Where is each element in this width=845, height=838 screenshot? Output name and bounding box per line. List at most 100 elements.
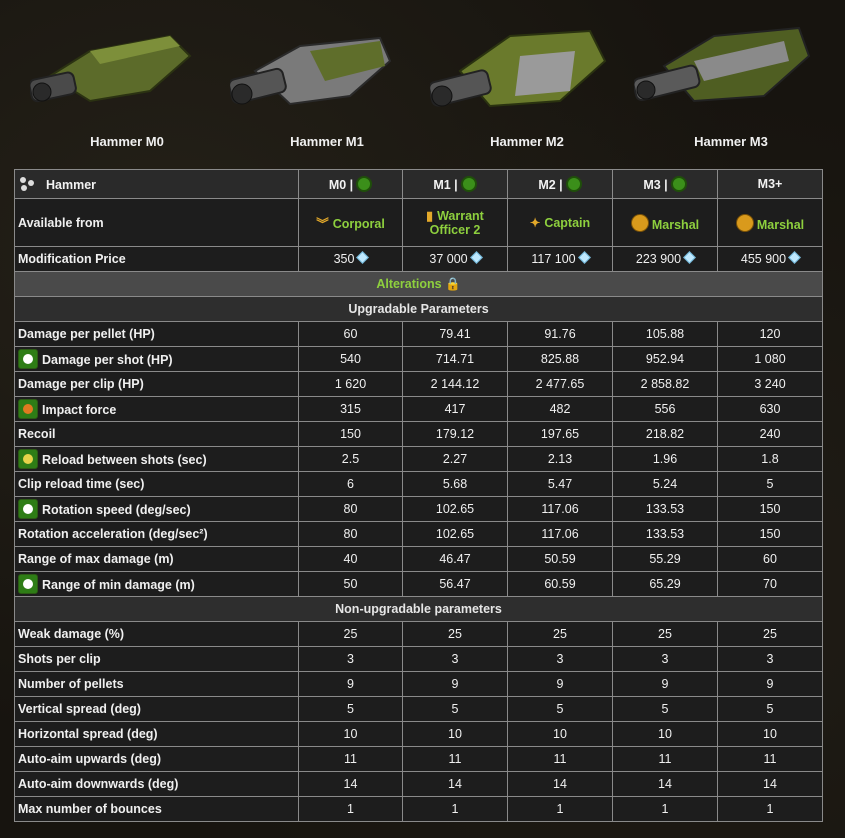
col-header-m1: M1 | xyxy=(402,169,508,199)
table-header-row: Hammer M0 | M1 | M2 | M3 | M3+ xyxy=(14,169,823,199)
row-label: Max number of bounces xyxy=(14,796,299,822)
value-cell: 1.8 xyxy=(717,446,823,472)
marshal-rank-icon xyxy=(735,213,754,232)
alterations-cell[interactable]: Alterations 🔒 xyxy=(14,271,823,297)
value-cell: 556 xyxy=(612,396,718,422)
value-cell: 315 xyxy=(298,396,403,422)
crystal-icon xyxy=(788,251,801,264)
warrant-officer-rank-icon: ▮ xyxy=(426,209,434,223)
damage-icon xyxy=(18,349,38,369)
row-label-text: Damage per pellet (HP) xyxy=(18,327,155,341)
turret-dots-icon xyxy=(18,176,40,192)
range-icon xyxy=(18,574,38,594)
row-label-text: Rotation speed (deg/sec) xyxy=(42,503,191,517)
gun-card-m3[interactable]: Hammer M3 xyxy=(626,0,836,165)
alterations-link[interactable]: Alterations xyxy=(376,277,441,291)
value-cell: 10 xyxy=(402,721,508,747)
value-cell: 3 xyxy=(298,646,403,672)
value-cell: 6 xyxy=(298,471,403,497)
row-label: Reload between shots (sec) xyxy=(14,446,299,472)
value-cell: 10 xyxy=(507,721,613,747)
price-cell: 455 900 xyxy=(717,246,823,272)
alterations-row: Alterations 🔒 xyxy=(14,271,823,297)
price-value: 455 900 xyxy=(740,252,787,266)
value-cell: 1 080 xyxy=(717,346,823,372)
hammer-m3-turret-icon xyxy=(634,26,811,103)
rank-name[interactable]: Captain xyxy=(544,216,590,230)
table-row: Weak damage (%) 25 25 25 25 25 xyxy=(14,621,823,647)
value-cell: 482 xyxy=(507,396,613,422)
value-cell: 14 xyxy=(298,771,403,797)
green-gear-icon xyxy=(565,176,582,192)
value-cell: 5.68 xyxy=(402,471,508,497)
price-value: 223 900 xyxy=(635,252,682,266)
table-row: Impact force 315 417 482 556 630 xyxy=(14,396,823,422)
row-label-text: Horizontal spread (deg) xyxy=(18,727,158,741)
turret-title-cell: Hammer xyxy=(14,169,299,199)
price-value: 117 100 xyxy=(531,252,576,266)
green-gear-icon xyxy=(460,176,477,192)
row-label: Rotation speed (deg/sec) xyxy=(14,496,299,522)
green-gear-icon xyxy=(356,176,373,192)
row-label: Damage per clip (HP) xyxy=(14,371,299,397)
value-cell: 25 xyxy=(298,621,403,647)
row-label: Weak damage (%) xyxy=(14,621,299,647)
table-row: Damage per clip (HP) 1 620 2 144.12 2 477.6… xyxy=(14,371,823,397)
row-label-text: Vertical spread (deg) xyxy=(18,702,141,716)
impact-icon xyxy=(18,399,38,419)
value-cell: 14 xyxy=(612,771,718,797)
row-label: Clip reload time (sec) xyxy=(14,471,299,497)
value-cell: 9 xyxy=(402,671,508,697)
col-header-m2: M2 | xyxy=(507,169,613,199)
value-cell: 102.65 xyxy=(402,496,508,522)
value-cell: 5 xyxy=(402,696,508,722)
value-cell: 80 xyxy=(298,521,403,547)
rank-name[interactable]: Marshal xyxy=(652,218,699,232)
rank-name[interactable]: Warrant Officer 2 xyxy=(430,209,484,237)
row-label: Horizontal spread (deg) xyxy=(14,721,299,747)
price-cell: 117 100 xyxy=(507,246,613,272)
value-cell: 91.76 xyxy=(507,321,613,347)
rank-cell: Marshal xyxy=(717,198,823,247)
value-cell: 9 xyxy=(507,671,613,697)
value-cell: 417 xyxy=(402,396,508,422)
row-label-text: Shots per clip xyxy=(18,652,101,666)
col-header-m3: M3 | xyxy=(612,169,718,199)
value-cell: 5 xyxy=(507,696,613,722)
value-cell: 540 xyxy=(298,346,403,372)
turret-gallery: Hammer M0 Hammer M1 Hammer M2 Hammer M3 xyxy=(0,0,845,165)
rank-name[interactable]: Corporal xyxy=(333,217,385,231)
row-label-text: Weak damage (%) xyxy=(18,627,125,641)
gun-card-m0[interactable]: Hammer M0 xyxy=(22,0,232,165)
reload-icon xyxy=(18,449,38,469)
rank-cell: ✦ Captain xyxy=(507,198,613,247)
row-label: Available from xyxy=(14,198,299,247)
value-cell: 2.27 xyxy=(402,446,508,472)
price-row: Modification Price 350 37 000 117 100 22… xyxy=(14,246,823,272)
rank-cell: ▮ Warrant Officer 2 xyxy=(402,198,508,247)
hammer-stats-table: Hammer M0 | M1 | M2 | M3 | M3+ Available… xyxy=(14,169,823,822)
row-label-text: Range of max damage (m) xyxy=(18,552,174,566)
value-cell: 105.88 xyxy=(612,321,718,347)
table-row: Horizontal spread (deg) 10 10 10 10 10 xyxy=(14,721,823,747)
row-label-text: Max number of bounces xyxy=(18,802,162,816)
row-label: Number of pellets xyxy=(14,671,299,697)
hammer-m0-turret-icon xyxy=(30,34,192,103)
rank-name[interactable]: Marshal xyxy=(757,218,804,232)
table-row: Damage per shot (HP) 540 714.71 825.88 952.9… xyxy=(14,346,823,372)
gun-name: Hammer M3 xyxy=(694,134,768,149)
row-label-text: Clip reload time (sec) xyxy=(18,477,145,491)
hammer-m2-turret-icon xyxy=(430,29,607,108)
table-row: Damage per pellet (HP) 60 79.41 91.76 105.88… xyxy=(14,321,823,347)
gun-card-m1[interactable]: Hammer M1 xyxy=(222,0,432,165)
value-cell: 825.88 xyxy=(507,346,613,372)
row-label: Auto-aim downwards (deg) xyxy=(14,771,299,797)
lock-icon: 🔒 xyxy=(445,276,461,291)
gun-card-m2[interactable]: Hammer M2 xyxy=(422,0,632,165)
value-cell: 65.29 xyxy=(612,571,718,597)
nonupgradable-rows: Weak damage (%) 25 25 25 25 25 Shots per clip 3… xyxy=(14,621,823,822)
value-cell: 60 xyxy=(717,546,823,572)
upgradable-rows: Damage per pellet (HP) 60 79.41 91.76 105.88… xyxy=(14,321,823,597)
value-cell: 80 xyxy=(298,496,403,522)
value-cell: 3 xyxy=(717,646,823,672)
